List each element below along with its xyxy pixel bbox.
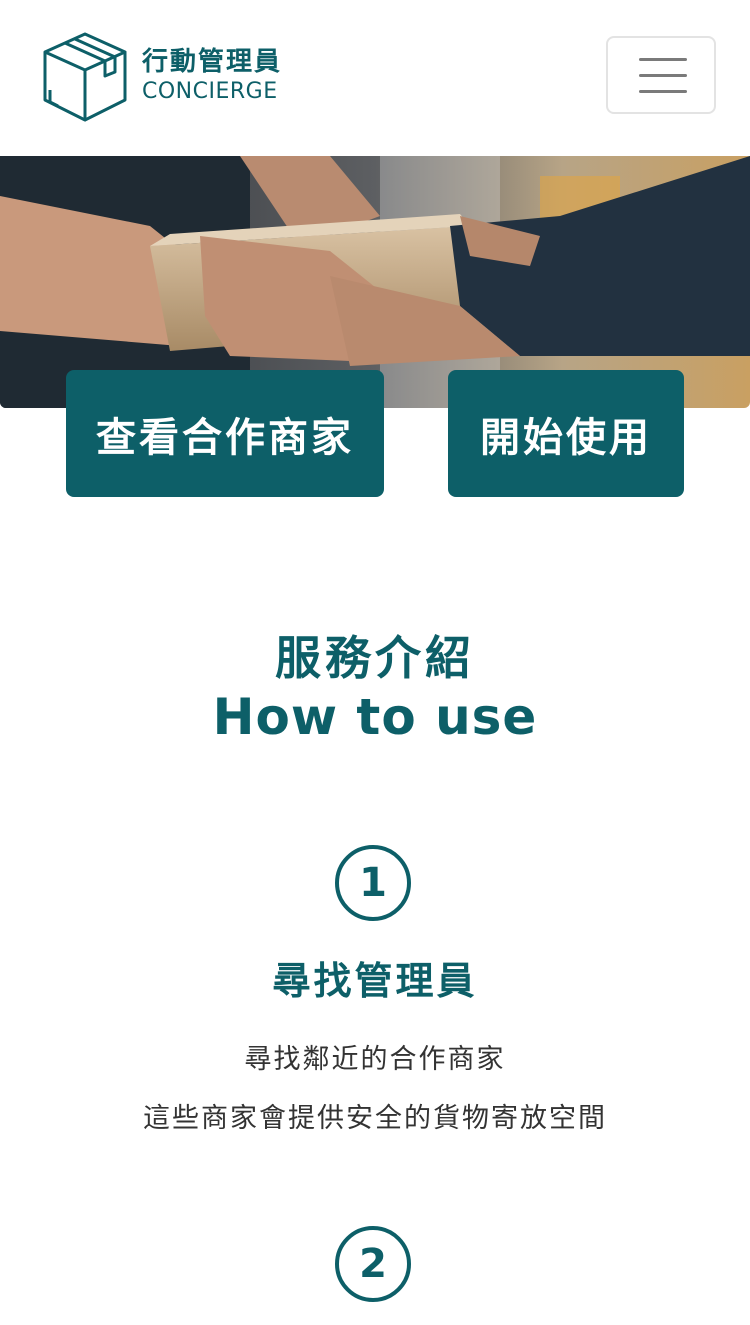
brand-logo[interactable]: 行動管理員 CONCIERGE	[42, 30, 282, 122]
logo-title-cn: 行動管理員	[142, 47, 283, 77]
view-partners-button[interactable]: 查看合作商家	[66, 370, 384, 497]
menu-toggle-button[interactable]	[606, 36, 716, 114]
logo-title-en: CONCIERGE	[142, 79, 278, 104]
step-1-description-line-1: 尋找鄰近的合作商家	[244, 1044, 506, 1075]
box-icon	[43, 32, 127, 122]
section-title-en: How to use	[212, 688, 538, 746]
step-2-number-badge: 2	[335, 1226, 411, 1302]
start-using-button[interactable]: 開始使用	[448, 370, 684, 497]
step-1-title: 尋找管理員	[272, 959, 478, 1003]
section-title-cn: 服務介紹	[275, 631, 475, 685]
site-header: 行動管理員 CONCIERGE	[0, 0, 750, 156]
step-1-description-line-2: 這些商家會提供安全的貨物寄放空間	[143, 1103, 607, 1134]
step-1-number-badge: 1	[335, 845, 411, 921]
